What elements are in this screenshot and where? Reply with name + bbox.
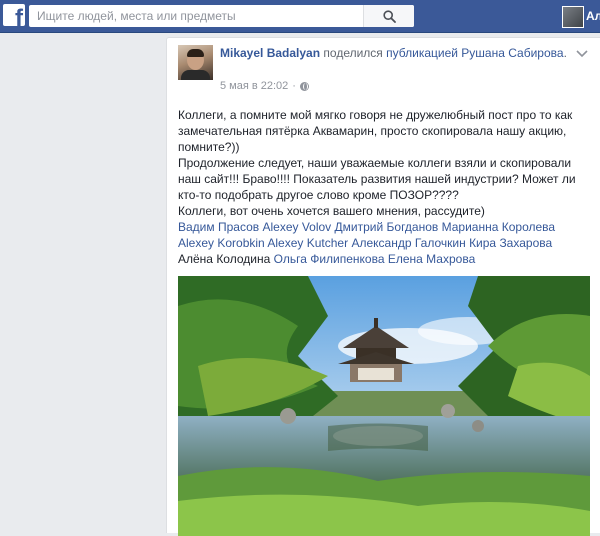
- shared-publication-link[interactable]: публикацией Рушана Сабирова: [386, 46, 563, 60]
- left-column: [0, 33, 170, 532]
- post-timestamp[interactable]: 5 мая в 22:02: [220, 80, 288, 92]
- author-name-link[interactable]: Mikayel Badalyan: [220, 46, 320, 60]
- search-icon: [382, 9, 396, 23]
- header-dot: .: [563, 46, 567, 60]
- tagged-person-link[interactable]: Марианна Королева: [442, 220, 555, 234]
- facebook-logo[interactable]: f: [3, 4, 25, 26]
- search-box: [29, 5, 414, 27]
- original-author-link[interactable]: Рушана Сабирова: [461, 46, 563, 60]
- profile-name-link[interactable]: Ал: [586, 9, 600, 23]
- tagged-person-link[interactable]: Ольга Филипенкова: [274, 252, 385, 266]
- chevron-down-icon[interactable]: [575, 48, 589, 58]
- meta-separator: ·: [292, 80, 296, 92]
- facebook-logo-letter: f: [15, 5, 23, 27]
- globe-icon: [299, 81, 309, 91]
- post-paragraph: Коллеги, вот очень хочется вашего мнения…: [178, 204, 485, 218]
- tagged-person-link[interactable]: Кира Захарова: [469, 236, 552, 250]
- author-avatar[interactable]: [178, 45, 213, 80]
- publication-word[interactable]: публикацией: [386, 46, 458, 60]
- post-card: Mikayel Badalyan поделился публикацией Р…: [166, 37, 600, 536]
- post-header: Mikayel Badalyan поделился публикацией Р…: [220, 45, 575, 61]
- tagged-person-link[interactable]: Alexey Volov: [262, 220, 331, 234]
- tagged-person-link[interactable]: Alexey Korobkin: [178, 236, 265, 250]
- tagged-people: Вадим Прасов Alexey Volov Дмитрий Богдан…: [178, 219, 588, 267]
- tagged-person-link[interactable]: Дмитрий Богданов: [335, 220, 439, 234]
- tagged-person-plain: Алёна Колодина: [178, 252, 271, 266]
- search-button[interactable]: [363, 5, 414, 27]
- tagged-person-link[interactable]: Александр Галочкин: [351, 236, 465, 250]
- post-meta: 5 мая в 22:02 ·: [220, 80, 309, 92]
- top-navigation-bar: f Ал: [0, 0, 600, 33]
- shared-text: поделился: [323, 46, 383, 60]
- tagged-person-link[interactable]: Alexey Kutcher: [267, 236, 348, 250]
- tagged-person-link[interactable]: Елена Махрова: [388, 252, 475, 266]
- profile-avatar[interactable]: [562, 6, 584, 28]
- post-text: Коллеги, а помните мой мягко говоря не д…: [178, 107, 588, 267]
- tagged-person-link[interactable]: Вадим Прасов: [178, 220, 259, 234]
- search-input[interactable]: [29, 5, 385, 27]
- post-paragraph: Коллеги, а помните мой мягко говоря не д…: [178, 108, 573, 154]
- post-photo[interactable]: [178, 276, 590, 536]
- japanese-garden-pavilion-photo: [178, 276, 590, 536]
- post-paragraph: Продолжение следует, наши уважаемые колл…: [178, 156, 576, 202]
